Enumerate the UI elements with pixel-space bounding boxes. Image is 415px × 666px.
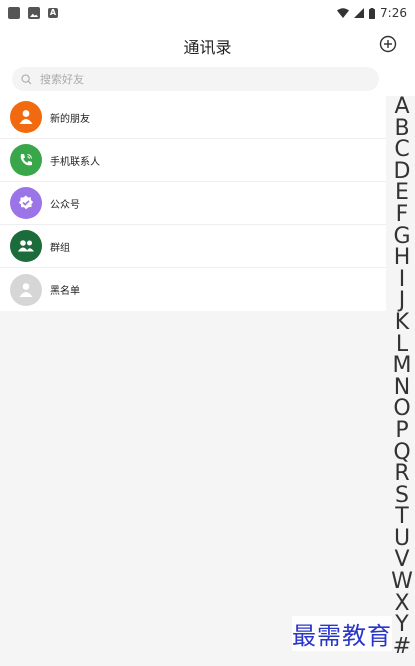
alpha-index-y[interactable]: Y: [389, 614, 415, 636]
alpha-index-j[interactable]: J: [389, 290, 415, 312]
alpha-index-w[interactable]: W: [389, 571, 415, 593]
alpha-index-i[interactable]: I: [389, 268, 415, 291]
battery-icon: [369, 7, 376, 19]
page-title: 通讯录: [183, 38, 232, 57]
plus-circle-icon[interactable]: [379, 35, 397, 53]
status-bar-system: 7:26: [337, 6, 407, 20]
list-item-label: 手机联系人: [50, 156, 100, 168]
alpha-index-l[interactable]: L: [389, 333, 415, 356]
alpha-index-hash[interactable]: #: [389, 636, 415, 658]
alphabet-index[interactable]: A B C D E F G H I J K L M N O P Q R S T …: [389, 96, 415, 657]
alpha-index-g[interactable]: G: [389, 225, 415, 248]
list-item-label: 黑名单: [50, 286, 80, 297]
search-icon: [21, 73, 32, 84]
alpha-index-r[interactable]: R: [389, 463, 415, 485]
list-item-label: 群组: [50, 242, 70, 254]
list-item-groups[interactable]: 群组: [0, 225, 386, 268]
alpha-index-o[interactable]: O: [389, 398, 415, 420]
search-input[interactable]: [38, 71, 342, 87]
list-item-phone-contacts[interactable]: 手机联系人: [0, 139, 386, 182]
search-box[interactable]: [12, 67, 379, 91]
list-item-label: 公众号: [50, 199, 80, 211]
phone-contacts-icon: [10, 144, 42, 176]
status-bar: A 7:26: [0, 0, 415, 26]
list-item-new-friends[interactable]: 新的朋友: [0, 96, 386, 139]
alpha-index-k[interactable]: K: [389, 312, 415, 334]
alpha-index-a[interactable]: A: [389, 96, 415, 118]
list-item-label: 新的朋友: [50, 113, 90, 125]
alpha-index-d[interactable]: D: [389, 160, 415, 183]
alpha-index-u[interactable]: U: [389, 528, 415, 550]
alpha-index-v[interactable]: V: [389, 549, 415, 571]
alpha-index-x[interactable]: X: [389, 592, 415, 615]
status-time: 7:26: [380, 6, 407, 20]
list-item-blacklist[interactable]: 黑名单: [0, 268, 386, 311]
square-icon: [8, 7, 20, 19]
list-item-official-accounts[interactable]: 公众号: [0, 182, 386, 225]
app-header: 通讯录: [0, 26, 415, 62]
image-icon: [28, 7, 40, 19]
alpha-index-b[interactable]: B: [389, 117, 415, 140]
contact-list: 新的朋友 手机联系人 公众号 群组 黑名单: [0, 96, 386, 311]
alpha-index-e[interactable]: E: [389, 182, 415, 204]
alpha-index-n[interactable]: N: [389, 376, 415, 399]
official-account-icon: [10, 187, 42, 219]
new-friend-icon: [10, 101, 42, 133]
blacklist-icon: [10, 273, 42, 306]
signal-icon: [354, 8, 365, 18]
group-icon: [10, 230, 42, 262]
alpha-index-p[interactable]: P: [389, 420, 415, 442]
alpha-index-q[interactable]: Q: [389, 441, 415, 464]
search-bar: [0, 62, 415, 96]
a-icon: A: [48, 8, 58, 18]
alpha-index-f[interactable]: F: [389, 204, 415, 226]
alpha-index-h[interactable]: H: [389, 247, 415, 269]
watermark: 最需教育: [292, 616, 392, 651]
wifi-icon: [337, 8, 350, 18]
alpha-index-t[interactable]: T: [389, 506, 415, 528]
status-bar-notifications: A: [8, 7, 58, 19]
alpha-index-c[interactable]: C: [389, 139, 415, 161]
alpha-index-m[interactable]: M: [389, 355, 415, 377]
alpha-index-s[interactable]: S: [389, 484, 415, 507]
